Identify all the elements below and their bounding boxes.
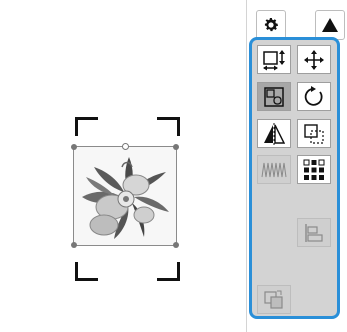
frame-corner-top-right [157, 117, 180, 136]
size-button[interactable] [257, 45, 291, 74]
duplicate-icon [304, 123, 324, 144]
mirror-button[interactable] [257, 119, 291, 148]
frame-corner-bottom-right [157, 262, 180, 281]
density-icon [261, 162, 287, 177]
arrange-button[interactable] [257, 285, 291, 314]
color-grid-icon [303, 159, 325, 180]
move-button[interactable] [297, 45, 331, 74]
embroidery-pattern-selection[interactable] [71, 143, 179, 248]
rotate-handle[interactable] [122, 143, 129, 150]
frame-corner-bottom-left [75, 262, 98, 281]
group-button[interactable] [257, 82, 291, 111]
edit-tools-panel [249, 37, 340, 319]
resize-handle-top-left[interactable] [71, 144, 77, 150]
duplicate-button[interactable] [297, 119, 331, 148]
frame-corner-top-left [75, 117, 98, 136]
gear-icon [264, 18, 279, 32]
move-arrows-icon [304, 49, 324, 70]
align-button[interactable] [297, 218, 331, 247]
arrange-layers-icon [264, 290, 283, 309]
flip-horizontal-icon [264, 122, 285, 145]
resize-handle-top-right[interactable] [173, 144, 179, 150]
rotate-icon [304, 85, 323, 106]
align-bottom-icon [305, 223, 323, 242]
resize-icon [263, 49, 285, 70]
rotate-button[interactable] [297, 82, 331, 111]
resize-handle-bottom-right[interactable] [173, 242, 179, 248]
triangle-up-icon [322, 18, 338, 32]
resize-handle-bottom-left[interactable] [71, 242, 77, 248]
group-icon [264, 86, 284, 107]
collapse-panel-button[interactable] [315, 10, 345, 40]
settings-button[interactable] [256, 10, 286, 40]
color-sort-button[interactable] [297, 155, 331, 184]
embroidery-canvas[interactable] [0, 0, 247, 332]
density-button[interactable] [257, 155, 291, 184]
lemon-flower-pattern-image [82, 157, 169, 239]
